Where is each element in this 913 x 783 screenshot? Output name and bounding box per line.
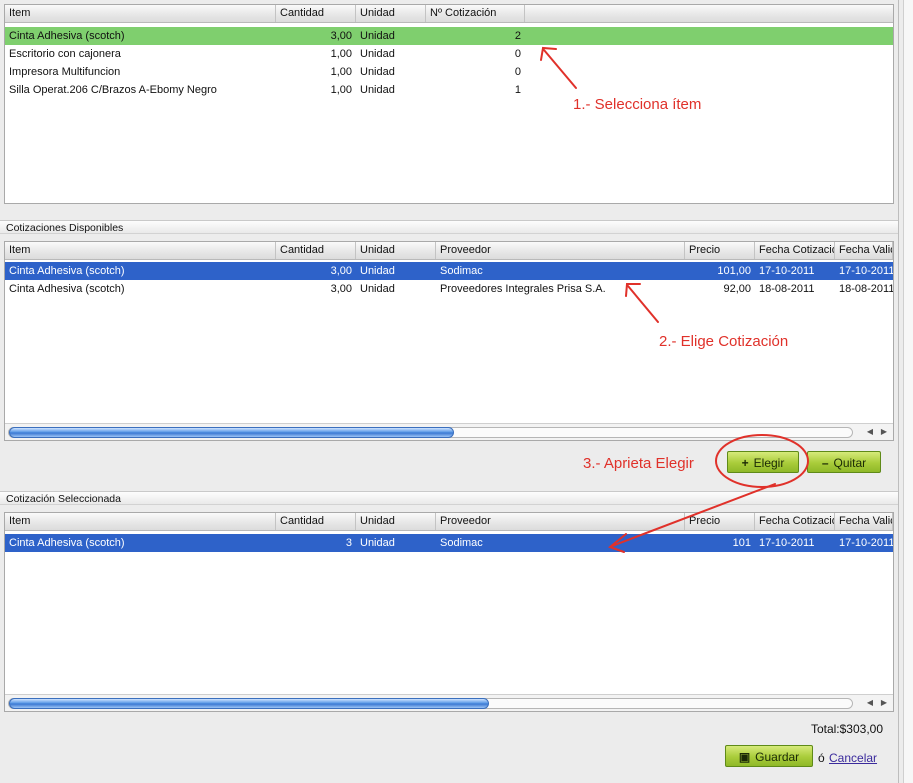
total-amount: Total:$303,00 <box>810 722 883 736</box>
cell-unidad: Unidad <box>360 48 395 60</box>
elegir-label: Elegir <box>753 456 785 470</box>
section-title-disponibles: Cotizaciones Disponibles <box>0 220 898 234</box>
cell-cantidad: 1,00 <box>330 84 352 96</box>
cell-proveedor: Sodimac <box>440 265 483 277</box>
col-fecha-validez[interactable]: Fecha Valic <box>835 513 893 530</box>
cell-unidad: Unidad <box>360 30 395 42</box>
cell-cantidad: 3,00 <box>330 30 352 42</box>
table-row[interactable]: Impresora Multifuncion 1,00 Unidad 0 <box>5 63 893 81</box>
quitar-button[interactable]: – Quitar <box>807 451 881 473</box>
cell-cotizacion: 0 <box>514 66 521 78</box>
disponibles-grid-header: Item Cantidad Unidad Proveedor Precio Fe… <box>5 242 893 260</box>
guardar-button[interactable]: ▣ Guardar <box>725 745 813 767</box>
annotation-step2: 2.- Elige Cotización <box>659 333 789 350</box>
cell-cotizacion: 0 <box>514 48 521 60</box>
col-item[interactable]: Item <box>5 5 276 22</box>
col-proveedor[interactable]: Proveedor <box>436 242 685 259</box>
cell-fecha-validez: 17-10-2011 <box>839 537 893 549</box>
cell-item: Impresora Multifuncion <box>9 66 121 78</box>
cell-cantidad: 3 <box>345 537 352 549</box>
col-unidad[interactable]: Unidad <box>356 513 436 530</box>
scroll-thumb[interactable] <box>9 698 489 709</box>
quitar-label: Quitar <box>833 456 867 470</box>
col-item[interactable]: Item <box>5 242 276 259</box>
vertical-scrollbar[interactable] <box>903 0 913 783</box>
scroll-left-icon[interactable]: ◀ <box>863 697 877 708</box>
cell-item: Cinta Adhesiva (scotch) <box>9 265 125 277</box>
table-row[interactable]: Cinta Adhesiva (scotch) 3,00 Unidad Sodi… <box>5 262 893 280</box>
scroll-left-icon[interactable]: ◀ <box>863 426 877 437</box>
seleccionada-grid: Item Cantidad Unidad Proveedor Precio Fe… <box>4 512 894 712</box>
section-title-seleccionada: Cotización Seleccionada <box>0 491 898 505</box>
col-proveedor[interactable]: Proveedor <box>436 513 685 530</box>
window-edge <box>898 0 899 783</box>
cell-item: Cinta Adhesiva (scotch) <box>9 283 125 295</box>
cell-fecha-cotizacion: 17-10-2011 <box>759 537 815 549</box>
col-cantidad[interactable]: Cantidad <box>276 5 356 22</box>
table-row[interactable]: Cinta Adhesiva (scotch) 3,00 Unidad Prov… <box>5 280 893 298</box>
or-text: ó <box>818 751 825 765</box>
cell-precio: 92,00 <box>723 283 751 295</box>
cell-unidad: Unidad <box>360 66 395 78</box>
col-precio[interactable]: Precio <box>685 513 755 530</box>
guardar-label: Guardar <box>755 750 800 764</box>
minus-icon: – <box>821 456 829 470</box>
table-row[interactable]: Cinta Adhesiva (scotch) 3 Unidad Sodimac… <box>5 534 893 552</box>
cell-cotizacion: 1 <box>514 84 521 96</box>
annotation-step3: 3.- Aprieta Elegir <box>583 455 694 472</box>
table-row[interactable]: Cinta Adhesiva (scotch) 3,00 Unidad 2 <box>5 27 893 45</box>
cancelar-link[interactable]: Cancelar <box>829 751 877 765</box>
horizontal-scrollbar[interactable]: ◀ ▶ <box>5 423 893 440</box>
table-row[interactable]: Escritorio con cajonera 1,00 Unidad 0 <box>5 45 893 63</box>
col-fecha-cotizacion[interactable]: Fecha Cotizacio <box>755 513 835 530</box>
elegir-button[interactable]: + Elegir <box>727 451 799 473</box>
save-icon: ▣ <box>738 750 751 764</box>
col-fecha-validez[interactable]: Fecha Valic <box>835 242 893 259</box>
col-cotizacion[interactable]: Nº Cotización <box>426 5 525 22</box>
col-fecha-cotizacion[interactable]: Fecha Cotizacio <box>755 242 835 259</box>
cell-proveedor: Sodimac <box>440 537 483 549</box>
cell-unidad: Unidad <box>360 265 395 277</box>
cell-cotizacion: 2 <box>514 30 521 42</box>
cell-precio: 101 <box>732 537 751 549</box>
col-unidad[interactable]: Unidad <box>356 5 426 22</box>
cell-cantidad: 3,00 <box>330 265 352 277</box>
cell-item: Silla Operat.206 C/Brazos A-Ebomy Negro <box>9 84 217 96</box>
cell-cantidad: 3,00 <box>330 283 352 295</box>
items-grid: Item Cantidad Unidad Nº Cotización Cinta… <box>4 4 894 204</box>
col-precio[interactable]: Precio <box>685 242 755 259</box>
cell-proveedor: Proveedores Integrales Prisa S.A. <box>440 283 606 295</box>
cell-unidad: Unidad <box>360 537 395 549</box>
annotation-step1: 1.- Selecciona ítem <box>573 96 702 113</box>
col-unidad[interactable]: Unidad <box>356 242 436 259</box>
plus-icon: + <box>741 456 749 470</box>
cell-fecha-validez: 18-08-2011 <box>839 283 893 295</box>
cell-precio: 101,00 <box>717 265 751 277</box>
cell-unidad: Unidad <box>360 283 395 295</box>
horizontal-scrollbar[interactable]: ◀ ▶ <box>5 694 893 711</box>
cell-fecha-cotizacion: 17-10-2011 <box>759 265 815 277</box>
seleccionada-grid-header: Item Cantidad Unidad Proveedor Precio Fe… <box>5 513 893 531</box>
cell-item: Escritorio con cajonera <box>9 48 121 60</box>
cell-unidad: Unidad <box>360 84 395 96</box>
cell-cantidad: 1,00 <box>330 48 352 60</box>
cell-item: Cinta Adhesiva (scotch) <box>9 30 125 42</box>
col-cantidad[interactable]: Cantidad <box>276 513 356 530</box>
col-cantidad[interactable]: Cantidad <box>276 242 356 259</box>
scroll-right-icon[interactable]: ▶ <box>877 426 891 437</box>
items-grid-header: Item Cantidad Unidad Nº Cotización <box>5 5 893 23</box>
cell-item: Cinta Adhesiva (scotch) <box>9 537 125 549</box>
cell-fecha-validez: 17-10-2011 <box>839 265 893 277</box>
cell-fecha-cotizacion: 18-08-2011 <box>759 283 815 295</box>
cell-cantidad: 1,00 <box>330 66 352 78</box>
scroll-right-icon[interactable]: ▶ <box>877 697 891 708</box>
col-item[interactable]: Item <box>5 513 276 530</box>
table-row[interactable]: Silla Operat.206 C/Brazos A-Ebomy Negro … <box>5 81 893 99</box>
scroll-thumb[interactable] <box>9 427 454 438</box>
